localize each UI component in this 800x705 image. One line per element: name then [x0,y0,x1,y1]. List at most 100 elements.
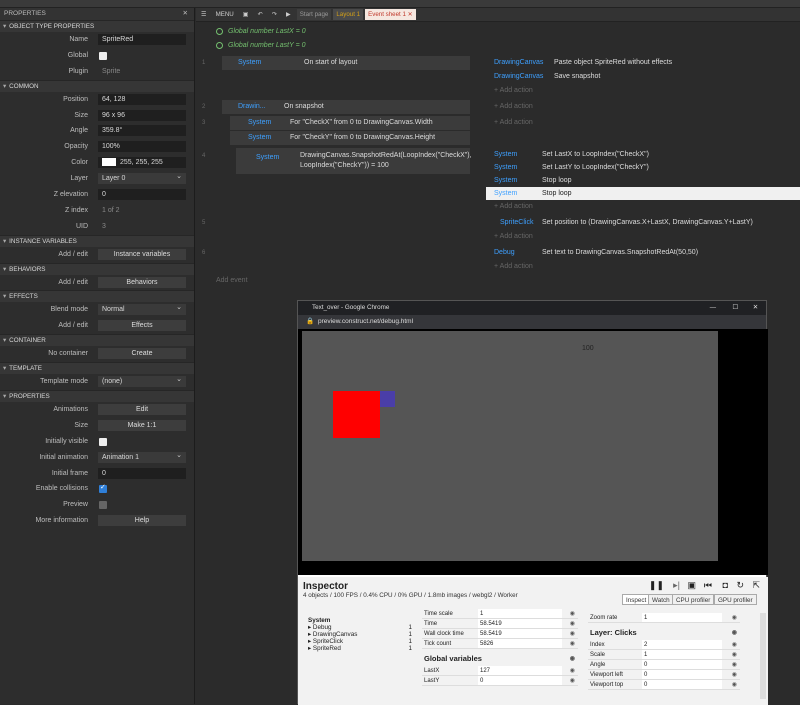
edit-animations-button[interactable]: Edit [98,404,186,416]
tab-layout-1[interactable]: Layout 1 [333,9,364,20]
prop-value[interactable]: 127 [478,666,562,675]
prop-value[interactable]: 0 [478,676,562,685]
make-1-1-button[interactable]: Make 1:1 [98,419,186,431]
section-effects[interactable]: ▾ EFFECTS [0,290,194,303]
section-behaviors[interactable]: ▾ BEHAVIORS [0,262,194,275]
section-properties[interactable]: ▾ PROPERTIES [0,390,194,403]
tab-inspect[interactable]: Inspect [622,594,651,605]
prop-value[interactable]: 1 [478,609,562,618]
menu-button[interactable]: MENU [213,10,237,20]
add-action-link[interactable]: + Add action [486,116,533,129]
initial-frame-field[interactable]: 0 [98,467,186,479]
size-field[interactable]: 96 x 96 [98,109,186,121]
watch-eye-icon[interactable]: ◉ [568,619,575,629]
add-action-link[interactable]: + Add action [486,84,533,97]
address-bar[interactable]: 🔒 preview.construct.net/debug.html [298,315,766,329]
tree-item[interactable]: ▸ SpriteRed 1 [308,645,412,652]
tree-item[interactable]: System [308,617,412,624]
redo-icon[interactable]: ↷ [269,10,280,20]
play-icon[interactable]: ▶ [283,10,294,20]
event-4-condition[interactable]: System DrawingCanvas.SnapshotRedAt(LoopIn… [236,148,472,174]
camera-icon[interactable]: ◘ [723,580,728,590]
tab-start-page[interactable]: Start page [296,9,332,20]
prop-value[interactable]: 0 [642,680,722,689]
close-icon[interactable]: ✕ [183,8,188,20]
global-var-lasty[interactable]: Global number LastY = 0 [214,40,800,52]
menu-icon[interactable]: ☰ [198,10,210,20]
watch-eye-icon[interactable]: ◉ [568,609,575,619]
event-4-action-1[interactable]: System Set LastX to LoopIndex("CheckX") [486,148,800,161]
section-instance-variables[interactable]: ▾ INSTANCE VARIABLES [0,234,194,247]
save-icon[interactable]: ▣ [687,580,696,591]
instance-variables-button[interactable]: Instance variables [98,248,186,260]
watch-eye-icon[interactable]: ◉ [730,650,737,660]
undo-icon[interactable]: ↶ [255,10,266,20]
rewind-icon[interactable]: ⏮ [704,580,712,591]
prop-value[interactable]: 1 [642,613,722,622]
tab-gpu-profiler[interactable]: GPU profiler [714,594,757,605]
close-button[interactable]: ✕ [753,301,758,315]
section-template[interactable]: ▾ TEMPLATE [0,362,194,375]
tab-event-sheet-1[interactable]: Event sheet 1 ✕ [365,9,416,20]
watch-eye-icon[interactable]: ◉ [730,680,737,690]
watch-eye-icon[interactable]: ◉ [730,640,737,650]
event-1-condition[interactable]: System On start of layout [222,56,470,70]
watch-eye-icon[interactable]: ◉ [568,676,575,686]
template-mode-select[interactable]: (none) [98,376,186,388]
prop-value[interactable]: 1 [642,650,722,659]
minimize-button[interactable]: — [710,301,716,315]
watch-eye-icon[interactable]: ◉ [570,652,575,666]
event-4-action-2[interactable]: System Set LastY to LoopIndex("CheckY") [486,161,800,174]
opacity-field[interactable]: 100% [98,141,186,153]
event-3-condition-2[interactable]: System For "CheckY" from 0 to DrawingCanv… [230,131,470,145]
event-2-condition[interactable]: Drawin... On snapshot [222,100,470,114]
color-swatch[interactable] [102,158,116,167]
help-button[interactable]: Help [98,515,186,527]
add-action-link[interactable]: + Add action [486,200,533,213]
event-1-action-1[interactable]: DrawingCanvas Paste object SpriteRed with… [486,56,800,69]
initially-visible-checkbox[interactable] [99,437,107,446]
layer-select[interactable]: Layer 0 [98,173,186,185]
color-field[interactable]: 255, 255, 255 [98,157,186,169]
save-icon[interactable]: ▣ [240,10,252,20]
maximize-button[interactable]: ☐ [732,301,738,315]
popout-icon[interactable]: ⇱ [752,580,760,591]
close-icon[interactable]: ✕ [408,11,413,18]
global-var-lastx[interactable]: Global number LastX = 0 [214,26,800,38]
add-action-link[interactable]: + Add action [486,100,533,113]
event-5-action[interactable]: SpriteClick Set position to (DrawingCanva… [486,216,800,229]
blend-mode-select[interactable]: Normal [98,304,186,316]
add-action-link[interactable]: + Add action [486,260,533,273]
tab-watch[interactable]: Watch [648,594,674,605]
section-common[interactable]: ▾ COMMON [0,79,194,92]
z-elevation-field[interactable]: 0 [98,189,186,201]
tree-item[interactable]: ▸ Debug 1 [308,624,412,631]
angle-field[interactable]: 359.8° [98,125,186,137]
watch-eye-icon[interactable]: ◉ [730,660,737,670]
event-4-action-3[interactable]: System Stop loop [486,174,800,187]
game-canvas[interactable]: 100 [302,331,718,561]
watch-eye-icon[interactable]: ◉ [568,629,575,639]
global-checkbox[interactable] [99,51,107,60]
watch-eye-icon[interactable]: ◉ [568,639,575,649]
behaviors-button[interactable]: Behaviors [98,276,186,288]
pause-icon[interactable]: ❚❚ [649,580,664,591]
initial-animation-select[interactable]: Animation 1 [98,451,186,463]
prop-value[interactable]: 0 [642,660,722,669]
inspector-scrollbar[interactable] [760,613,766,699]
preview-checkbox[interactable] [99,501,107,510]
event-1-action-2[interactable]: DrawingCanvas Save snapshot [486,70,800,83]
add-event-link[interactable]: Add event [216,274,248,287]
watch-eye-icon[interactable]: ◉ [732,626,737,640]
name-field[interactable]: SpriteRed [98,34,186,45]
event-6-action[interactable]: Debug Set text to DrawingCanvas.SnapshotR… [486,246,800,259]
position-field[interactable]: 64, 128 [98,93,186,105]
restart-icon[interactable]: ↻ [736,580,744,591]
step-icon[interactable]: ▸| [673,580,680,591]
tab-cpu-profiler[interactable]: CPU profiler [672,594,715,605]
watch-eye-icon[interactable]: ◉ [730,670,737,680]
watch-eye-icon[interactable]: ◉ [568,666,575,676]
event-4-action-4-selected[interactable]: System Stop loop [486,187,800,200]
add-action-link[interactable]: + Add action [486,230,533,243]
enable-collisions-checkbox[interactable] [99,483,107,494]
